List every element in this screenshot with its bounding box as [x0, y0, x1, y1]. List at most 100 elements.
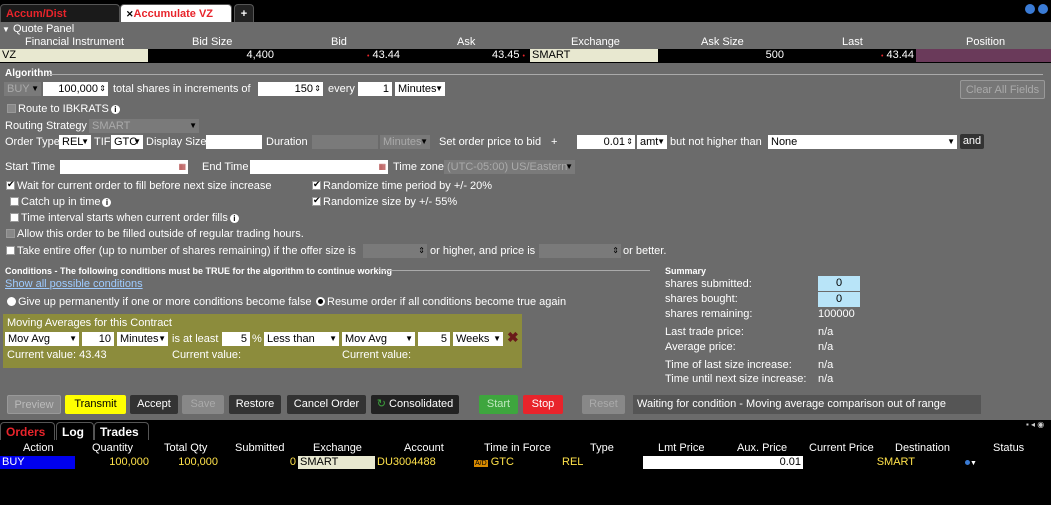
tab-orders[interactable]: Orders: [0, 422, 55, 440]
avg-price-label: Average price:: [665, 341, 736, 353]
every-input[interactable]: 1: [358, 82, 392, 96]
randomize-time-checkbox[interactable]: [312, 179, 321, 190]
start-button[interactable]: Start: [479, 395, 518, 414]
info-icon[interactable]: i: [102, 197, 112, 207]
window-icons[interactable]: ▪ ◂ ◉: [1026, 420, 1044, 429]
calendar-icon[interactable]: ▦: [178, 160, 186, 174]
add-tab-button[interactable]: +: [234, 4, 254, 22]
duration-unit-select[interactable]: Minutes ▼: [380, 135, 430, 149]
header-exchange: Exchange: [313, 442, 362, 454]
quote-row[interactable]: VZ 4,400 • 43.44 43.45 • SMART 500 • 43.…: [0, 49, 1051, 63]
spinner-icon[interactable]: ⇕: [99, 82, 106, 96]
end-time-input[interactable]: ▦: [250, 160, 388, 174]
total-shares-input[interactable]: 100,000 ⇕: [43, 82, 108, 96]
clear-all-fields-button[interactable]: Clear All Fields: [960, 80, 1045, 99]
time-zone-select[interactable]: (UTC-05:00) US/Eastern ▼: [444, 160, 575, 174]
summary-title: Summary: [665, 266, 707, 276]
header-time-in-force: Time in Force: [484, 442, 551, 454]
offer-size-input[interactable]: ⇕: [363, 244, 427, 258]
ma1-select[interactable]: Mov Avg ▼: [5, 332, 79, 346]
route-checkbox[interactable]: [7, 104, 16, 113]
give-up-radio[interactable]: [7, 297, 16, 306]
transmit-button[interactable]: Transmit: [65, 395, 126, 414]
ma1-current-value: Current value: 43.43: [7, 349, 107, 361]
tab-accum-dist-summary[interactable]: Accum/Dist Summary: [0, 4, 120, 38]
reset-button[interactable]: Reset: [582, 395, 625, 414]
outside-hours-checkbox[interactable]: [6, 229, 15, 238]
instrument-cell[interactable]: VZ: [0, 49, 148, 62]
spinner-icon[interactable]: ⇕: [626, 135, 633, 149]
consolidated-button[interactable]: ↻ Consolidated: [371, 395, 459, 414]
aux-price-cell[interactable]: 0.01: [643, 456, 803, 469]
take-offer-checkbox[interactable]: [6, 246, 15, 255]
ask-cell: 43.45 •: [491, 49, 525, 61]
time-next-label: Time until next size increase:: [665, 373, 807, 385]
info-icon[interactable]: i: [229, 213, 239, 223]
compare-select[interactable]: Less than ▼: [264, 332, 339, 346]
start-time-input[interactable]: ▦: [60, 160, 188, 174]
close-icon[interactable]: ✕: [126, 9, 134, 19]
time-zone-value: (UTC-05:00) US/Eastern: [447, 161, 568, 173]
randomize-size-checkbox[interactable]: [312, 195, 321, 206]
duration-input[interactable]: [312, 135, 378, 149]
offset-unit-select[interactable]: amt ▼: [637, 135, 667, 149]
routing-strategy-select[interactable]: SMART ▼: [89, 119, 199, 133]
cancel-order-button[interactable]: Cancel Order: [287, 395, 366, 414]
wait-checkbox[interactable]: [6, 179, 15, 190]
settings-icon[interactable]: [1025, 4, 1035, 14]
every-unit-select[interactable]: Minutes ▼: [395, 82, 445, 96]
exchange-cell[interactable]: SMART: [298, 456, 375, 469]
spinner-icon[interactable]: ⇕: [418, 244, 425, 258]
restore-button[interactable]: Restore: [229, 395, 281, 414]
remove-condition-icon[interactable]: ✖: [507, 330, 519, 344]
ma1-period-input[interactable]: 10: [82, 332, 114, 346]
accept-button[interactable]: Accept: [130, 395, 178, 414]
spinner-icon[interactable]: ⇕: [314, 82, 321, 96]
save-button[interactable]: Save: [182, 395, 224, 414]
and-button[interactable]: and: [960, 134, 984, 149]
quote-panel-title[interactable]: ▼ Quote Panel: [2, 22, 74, 37]
stop-button[interactable]: Stop: [523, 395, 563, 414]
spinner-icon[interactable]: ⇕: [612, 244, 619, 258]
order-row[interactable]: BUY 100,000 100,000 0 SMART DU3004488 A/…: [0, 456, 1051, 469]
submitted-cell: 0: [289, 456, 296, 468]
tab-label: Log: [62, 425, 84, 439]
display-size-input[interactable]: [206, 135, 262, 149]
pct-input[interactable]: 5: [222, 332, 250, 346]
tab-trades[interactable]: Trades: [94, 422, 149, 440]
quantity-cell[interactable]: 100,000: [75, 456, 151, 469]
increment-input[interactable]: 150 ⇕: [258, 82, 323, 96]
info-icon[interactable]: i: [110, 104, 120, 114]
tab-log[interactable]: Log: [56, 422, 94, 440]
resume-radio[interactable]: [316, 297, 325, 306]
ma2-select[interactable]: Mov Avg ▼: [342, 332, 415, 346]
account-cell[interactable]: DU3004488: [377, 456, 467, 469]
tab-accumulate-vz[interactable]: ✕Accumulate VZ: [120, 4, 232, 22]
total-qty-cell: 100,000: [178, 456, 218, 468]
chevron-down-icon: ▼: [69, 334, 77, 343]
type-cell[interactable]: REL: [562, 456, 642, 469]
offset-value: 0.01: [603, 136, 625, 148]
expand-icon[interactable]: [1038, 4, 1048, 14]
order-type-select[interactable]: REL ▼: [59, 135, 91, 149]
tif-select[interactable]: GTC ▼: [111, 135, 143, 149]
side-select[interactable]: BUY ▼: [4, 82, 41, 96]
ma2-value: Mov Avg: [345, 333, 387, 345]
tif-label: TIF: [94, 136, 111, 148]
destination-cell[interactable]: SMART: [805, 456, 965, 469]
offset-input[interactable]: 0.01 ⇕: [577, 135, 635, 149]
ma1-unit-select[interactable]: Minutes ▼: [117, 332, 168, 346]
catch-up-checkbox[interactable]: [10, 197, 19, 206]
chevron-down-icon: ▼: [420, 137, 428, 146]
calendar-icon[interactable]: ▦: [378, 160, 386, 174]
header-exchange: Exchange: [571, 36, 620, 48]
show-all-conditions-link[interactable]: Show all possible conditions: [5, 277, 143, 291]
tif-cell[interactable]: A/D GTC: [474, 456, 564, 469]
ma2-period-input[interactable]: 5: [418, 332, 450, 346]
interval-checkbox[interactable]: [10, 213, 19, 222]
status-cell[interactable]: ▼: [965, 456, 979, 469]
preview-button[interactable]: Preview: [7, 395, 61, 414]
not-higher-select[interactable]: None ▼: [768, 135, 957, 149]
ma2-unit-select[interactable]: Weeks ▼: [453, 332, 503, 346]
offer-price-input[interactable]: ⇕: [539, 244, 621, 258]
